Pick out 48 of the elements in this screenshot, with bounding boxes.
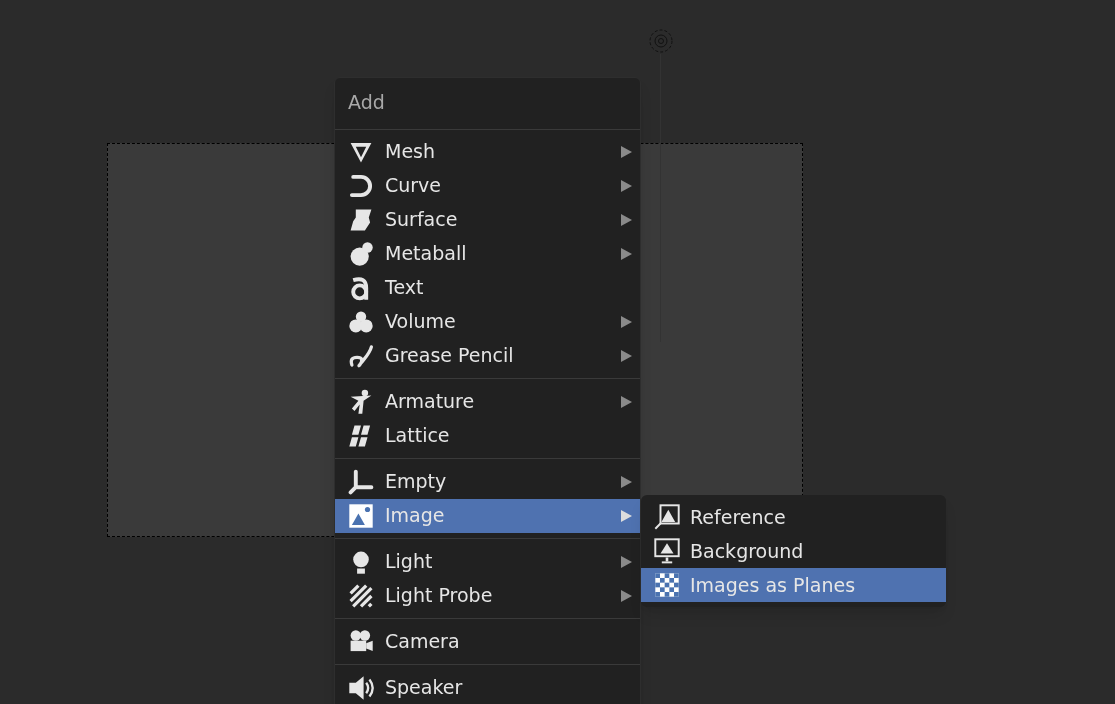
image-icon: [348, 502, 374, 529]
menu-item-label: Curve: [385, 173, 442, 199]
menu-item-label: Image: [385, 503, 445, 529]
menu-item[interactable]: Text: [335, 270, 640, 305]
menu-item-label: Speaker: [385, 675, 463, 701]
menu-item[interactable]: Volume: [335, 304, 640, 339]
light-object-icon: [648, 28, 674, 54]
menu-item[interactable]: Light Probe: [335, 578, 640, 613]
monitor-image-icon: [654, 538, 680, 564]
metaball-icon: [348, 240, 374, 267]
menu-item[interactable]: Background: [641, 534, 946, 568]
curve-icon: [348, 172, 374, 199]
menu-item[interactable]: Curve: [335, 168, 640, 203]
menu-item-label: Armature: [385, 389, 475, 415]
menu-item-label: Surface: [385, 207, 458, 233]
menu-item[interactable]: Grease Pencil: [335, 338, 640, 373]
menu-item-label: Metaball: [385, 241, 467, 267]
menu-item[interactable]: Lattice: [335, 418, 640, 453]
menu-item[interactable]: Mesh: [335, 134, 640, 169]
menu-item-label: Light Probe: [385, 583, 493, 609]
speaker-icon: [348, 674, 374, 701]
menu-item[interactable]: Armature: [335, 384, 640, 419]
menu-item-label: Empty: [385, 469, 447, 495]
menu-item-label: Lattice: [385, 423, 450, 449]
stripes-icon: [348, 582, 374, 609]
menu-title: Add: [335, 78, 640, 130]
menu-item[interactable]: Light: [335, 544, 640, 579]
checkerboard-icon: [654, 572, 680, 598]
menu-item-label: Images as Planes: [690, 572, 856, 598]
menu-item-label: Text: [385, 275, 424, 301]
menu-item-label: Camera: [385, 629, 460, 655]
menu-item[interactable]: Metaball: [335, 236, 640, 271]
menu-item-label: Volume: [385, 309, 456, 335]
menu-item[interactable]: Surface: [335, 202, 640, 237]
menu-item-label: Light: [385, 549, 433, 575]
menu-item[interactable]: Empty: [335, 464, 640, 499]
menu-item[interactable]: Reference: [641, 500, 946, 534]
squiggle-icon: [348, 342, 374, 369]
reference-image-icon: [654, 504, 680, 530]
menu-item-label: Mesh: [385, 139, 436, 165]
menu-item[interactable]: Image: [335, 498, 640, 533]
menu-item[interactable]: Camera: [335, 624, 640, 659]
axes-icon: [348, 468, 374, 495]
menu-item-label: Reference: [690, 504, 786, 530]
menu-item-label: Background: [690, 538, 804, 564]
menu-item[interactable]: Speaker: [335, 670, 640, 704]
menu-item[interactable]: Images as Planes: [641, 568, 946, 602]
menu-item-label: Grease Pencil: [385, 343, 514, 369]
